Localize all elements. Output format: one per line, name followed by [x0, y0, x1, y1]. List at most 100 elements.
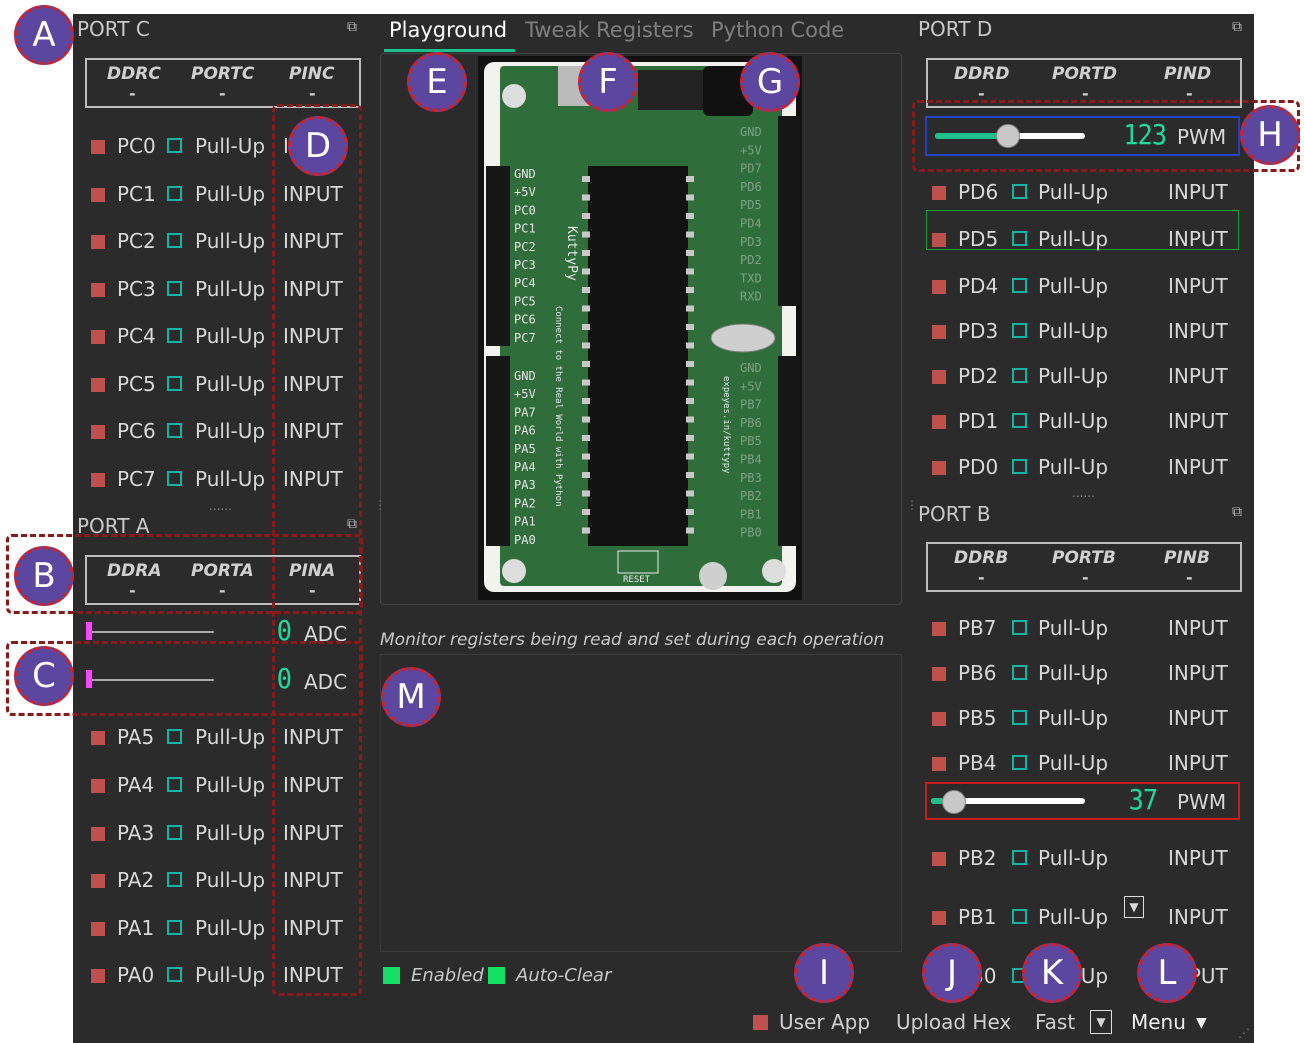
tab-python-code[interactable]: Python Code	[711, 18, 844, 42]
pin-state-led[interactable]	[91, 969, 105, 983]
board-pin-label: PB3	[740, 471, 762, 485]
pull-up-checkbox[interactable]	[1012, 368, 1027, 383]
pull-up-checkbox[interactable]	[167, 281, 182, 296]
pin-mode-button[interactable]: INPUT	[1168, 616, 1228, 640]
pin-mode-button[interactable]: INPUT	[1168, 905, 1228, 929]
pin-mode-button[interactable]: INPUT	[1168, 455, 1228, 479]
pin-state-led[interactable]	[91, 827, 105, 841]
pull-up-label: Pull-Up	[195, 277, 266, 301]
pull-up-checkbox[interactable]	[1012, 413, 1027, 428]
pin-state-led[interactable]	[932, 186, 946, 200]
pull-up-label: Pull-Up	[195, 467, 266, 491]
tab-playground[interactable]: Playground	[389, 18, 507, 42]
pull-up-checkbox[interactable]	[167, 328, 182, 343]
adc-slider-handle[interactable]	[86, 622, 92, 640]
resize-grip-icon[interactable]: ⋰	[1238, 1026, 1250, 1040]
pull-up-checkbox[interactable]	[1012, 909, 1027, 924]
pin-mode-button[interactable]: INPUT	[1168, 227, 1228, 251]
pull-up-checkbox[interactable]	[1012, 323, 1027, 338]
pull-up-checkbox[interactable]	[1012, 755, 1027, 770]
adc-slider[interactable]	[90, 631, 214, 633]
portd-label: PORTD	[1052, 64, 1117, 84]
pin-mode-button[interactable]: INPUT	[1168, 661, 1228, 685]
pin-state-led[interactable]	[932, 667, 946, 681]
upload-hex-button[interactable]: Upload Hex	[896, 1010, 1011, 1034]
pin-state-led[interactable]	[91, 283, 105, 297]
pin-state-led[interactable]	[91, 188, 105, 202]
splitter-handle[interactable]: ......	[1072, 486, 1095, 500]
pin-mode-button[interactable]: INPUT	[1168, 409, 1228, 433]
pin-state-led[interactable]	[91, 874, 105, 888]
pin-state-led[interactable]	[932, 852, 946, 866]
pin-name: PA5	[117, 725, 155, 749]
autoclear-checkbox[interactable]	[488, 967, 505, 984]
pin-state-led[interactable]	[91, 330, 105, 344]
pull-up-checkbox[interactable]	[1012, 184, 1027, 199]
pin-mode-button[interactable]: INPUT	[1168, 180, 1228, 204]
pin-state-led[interactable]	[91, 425, 105, 439]
pin-state-led[interactable]	[932, 325, 946, 339]
speed-select[interactable]: Fast	[1035, 1010, 1075, 1034]
pull-up-checkbox[interactable]	[167, 920, 182, 935]
pwm-slider-handle[interactable]	[942, 790, 966, 814]
pull-up-checkbox[interactable]	[167, 872, 182, 887]
pull-up-checkbox[interactable]	[167, 423, 182, 438]
pin-state-led[interactable]	[932, 712, 946, 726]
splitter-handle[interactable]: ......	[209, 499, 232, 513]
detach-icon[interactable]: ⧉	[1232, 19, 1242, 35]
pull-up-checkbox[interactable]	[167, 233, 182, 248]
pull-up-checkbox[interactable]	[167, 825, 182, 840]
pin-state-led[interactable]	[91, 922, 105, 936]
monitor-log[interactable]	[380, 654, 902, 952]
splitter-handle[interactable]: ⋮	[374, 498, 386, 512]
pin-state-led[interactable]	[91, 473, 105, 487]
pull-up-checkbox[interactable]	[167, 376, 182, 391]
speed-dropdown-icon[interactable]: ▼	[1090, 1010, 1112, 1034]
user-app-button[interactable]: User App	[779, 1010, 870, 1034]
pin-state-led[interactable]	[932, 757, 946, 771]
pin-mode-button[interactable]: INPUT	[1168, 846, 1228, 870]
pull-up-checkbox[interactable]	[1012, 231, 1027, 246]
marker-b: B	[14, 546, 74, 606]
menu-button[interactable]: Menu	[1131, 1010, 1186, 1034]
detach-icon[interactable]: ⧉	[347, 19, 357, 35]
pull-up-checkbox[interactable]	[167, 471, 182, 486]
pin-mode-button[interactable]: INPUT	[1168, 751, 1228, 775]
splitter-handle[interactable]: ⋮	[906, 498, 918, 512]
pull-up-checkbox[interactable]	[1012, 620, 1027, 635]
pull-up-checkbox[interactable]	[1012, 850, 1027, 865]
pull-up-checkbox[interactable]	[167, 777, 182, 792]
pull-up-checkbox[interactable]	[167, 729, 182, 744]
pin-state-led[interactable]	[91, 378, 105, 392]
pull-up-label: Pull-Up	[195, 229, 266, 253]
pull-up-checkbox[interactable]	[1012, 710, 1027, 725]
pin-state-led[interactable]	[932, 622, 946, 636]
user-app-led[interactable]	[753, 1015, 768, 1030]
pin-state-led[interactable]	[932, 233, 946, 247]
enabled-checkbox[interactable]	[383, 967, 400, 984]
pull-up-checkbox[interactable]	[1012, 459, 1027, 474]
pull-up-checkbox[interactable]	[167, 138, 182, 153]
pull-up-checkbox[interactable]	[1012, 278, 1027, 293]
pull-up-checkbox[interactable]	[167, 186, 182, 201]
pin-state-led[interactable]	[932, 415, 946, 429]
pin-state-led[interactable]	[932, 461, 946, 475]
board-pin-label: PB4	[740, 453, 762, 467]
pin-state-led[interactable]	[91, 235, 105, 249]
pin-state-led[interactable]	[932, 280, 946, 294]
pb1-dropdown-icon[interactable]: ▼	[1124, 896, 1144, 918]
pin-mode-button[interactable]: INPUT	[1168, 364, 1228, 388]
pin-state-led[interactable]	[932, 911, 946, 925]
pin-mode-button[interactable]: INPUT	[1168, 274, 1228, 298]
tab-tweak-registers[interactable]: Tweak Registers	[525, 18, 694, 42]
pin-state-led[interactable]	[91, 140, 105, 154]
pin-state-led[interactable]	[91, 731, 105, 745]
pull-up-checkbox[interactable]	[167, 967, 182, 982]
pin-state-led[interactable]	[932, 370, 946, 384]
pin-mode-button[interactable]: INPUT	[1168, 706, 1228, 730]
pull-up-checkbox[interactable]	[1012, 665, 1027, 680]
pin-row: PB5 Pull-Up INPUT	[926, 701, 1246, 741]
pin-state-led[interactable]	[91, 779, 105, 793]
detach-icon[interactable]: ⧉	[1232, 504, 1242, 520]
pin-mode-button[interactable]: INPUT	[1168, 319, 1228, 343]
